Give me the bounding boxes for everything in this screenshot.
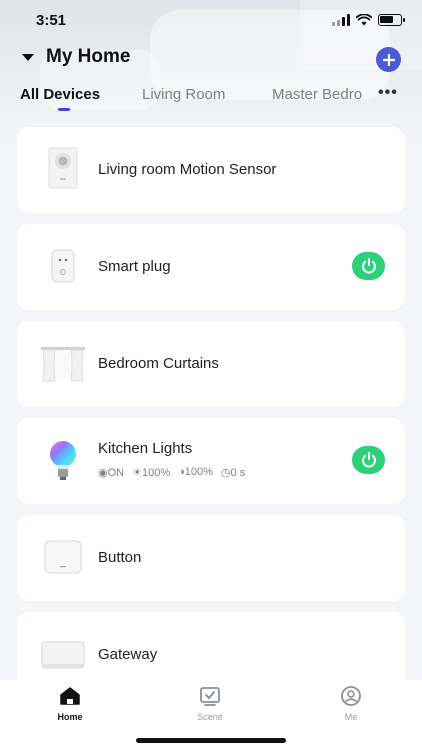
device-card[interactable]: Button (17, 515, 405, 601)
scene-icon (200, 687, 220, 706)
battery-icon (378, 14, 405, 26)
home-title: My Home (46, 46, 131, 67)
profile-icon (341, 686, 361, 706)
power-toggle-button[interactable] (352, 252, 385, 280)
tab-bar-me[interactable]: Me (321, 686, 381, 722)
device-name: Living room Motion Sensor (98, 161, 277, 178)
status-brightness: ☀100% (132, 467, 171, 479)
status-contrast: ◑100% (178, 466, 213, 478)
tab-bar-me-label: Me (344, 712, 358, 722)
device-card[interactable]: Bedroom Curtains (17, 321, 405, 407)
gateway-icon (35, 626, 91, 682)
home-icon (60, 687, 80, 705)
tab-living-room[interactable]: Living Room (142, 86, 225, 103)
tab-bar-home-label: Home (57, 712, 83, 722)
device-name: Smart plug (98, 258, 171, 275)
device-name: Bedroom Curtains (98, 355, 219, 372)
power-icon (361, 452, 376, 468)
curtains-icon (35, 335, 91, 391)
tab-bar-home[interactable]: Home (40, 686, 100, 722)
button-icon (35, 529, 91, 585)
tab-bar-scene-label: Scene (197, 712, 223, 722)
tab-bar-scene[interactable]: Scene (180, 686, 240, 722)
device-name: Kitchen Lights (98, 440, 193, 457)
device-name: Gateway (98, 646, 158, 663)
home-selector[interactable]: My Home (22, 46, 130, 68)
tab-master-bedroom[interactable]: Master Bedro (272, 86, 362, 103)
power-toggle-button[interactable] (352, 446, 385, 474)
plus-icon (382, 53, 395, 66)
brightness-icon: ☀ (132, 467, 142, 479)
status-on: ◉ON (98, 467, 125, 479)
device-name: Button (98, 549, 142, 566)
timer-icon: ◷ (220, 467, 231, 479)
tab-all-devices[interactable]: All Devices (20, 86, 100, 103)
status-on-icon: ◉ (98, 467, 108, 479)
add-device-button[interactable] (376, 47, 401, 72)
home-indicator (136, 738, 286, 743)
more-tabs-button[interactable]: ••• (378, 84, 398, 102)
device-card[interactable]: Living room Motion Sensor (17, 127, 405, 213)
device-status-row: ◉ON ☀100% ◑100% ◷0 s (98, 466, 245, 479)
active-tab-indicator (58, 108, 70, 111)
power-icon (361, 258, 376, 274)
motion-sensor-icon (35, 141, 91, 197)
signal-icon (332, 14, 350, 26)
device-card[interactable]: Kitchen Lights ◉ON ☀100% ◑100% ◷0 s (17, 418, 405, 504)
status-time: 3:51 (36, 12, 67, 29)
wifi-icon (356, 14, 372, 26)
status-bar: 3:51 (0, 0, 422, 44)
status-timer: ◷0 s (220, 467, 246, 479)
device-card[interactable]: Smart plug (17, 224, 405, 310)
caret-down-icon (22, 53, 34, 61)
light-bulb-icon (35, 432, 91, 488)
contrast-icon: ◑ (178, 466, 185, 478)
smart-plug-icon (35, 238, 91, 294)
